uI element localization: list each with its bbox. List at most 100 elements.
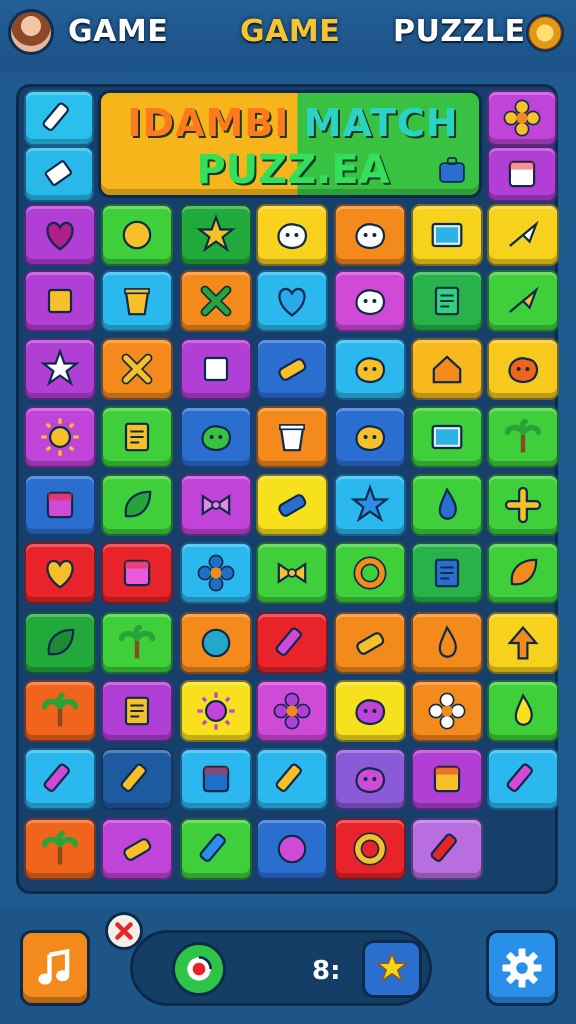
player-avatar[interactable] [8,9,54,55]
game-tile[interactable] [411,542,483,604]
game-tile[interactable] [334,818,406,880]
game-tile[interactable] [101,270,173,332]
game-tile[interactable] [24,542,96,604]
game-tile[interactable] [411,270,483,332]
eraser-icon [44,160,73,186]
game-tile[interactable] [24,146,94,202]
game-tile[interactable] [487,270,559,332]
note-icon [124,422,150,452]
arrowup-icon [507,625,539,660]
game-tile[interactable] [256,406,328,468]
blob-icon [277,223,308,249]
game-tile[interactable] [411,818,483,880]
game-tile[interactable] [411,338,483,400]
game-tile[interactable] [180,748,252,810]
game-tile[interactable] [334,474,406,536]
game-tile[interactable] [180,270,252,332]
gear-icon [502,948,542,988]
game-tile[interactable] [487,146,557,202]
drop-icon [514,693,533,726]
game-tile[interactable] [487,474,559,536]
game-tile[interactable] [101,474,173,536]
game-tile[interactable] [24,90,94,146]
game-tile[interactable] [180,204,252,266]
game-tile[interactable] [334,204,406,266]
banner-line2: PUZZ.EA [196,147,390,193]
game-tile[interactable] [411,406,483,468]
game-tile[interactable] [256,818,328,880]
refresh-icon [187,955,213,981]
game-tile[interactable] [411,680,483,742]
music-button[interactable] [20,930,90,1006]
game-tile[interactable] [487,90,557,146]
game-tile[interactable] [334,748,406,810]
game-tile[interactable] [487,680,559,742]
game-tile[interactable] [24,612,96,674]
box-icon [433,765,461,793]
game-tile[interactable] [487,406,559,468]
game-tile[interactable] [334,680,406,742]
game-tile[interactable] [256,204,328,266]
game-tile[interactable] [24,680,96,742]
game-tile[interactable] [256,748,328,810]
coin-icon[interactable] [526,14,564,52]
header-title-right: PUZZLE [393,14,526,49]
close-badge[interactable] [105,912,143,950]
game-tile[interactable] [101,338,173,400]
game-tile[interactable] [487,338,559,400]
game-tile[interactable] [256,680,328,742]
flower-icon [197,554,235,592]
game-tile[interactable] [256,612,328,674]
game-tile[interactable] [24,270,96,332]
game-tile[interactable] [101,542,173,604]
game-tile[interactable] [180,612,252,674]
game-tile[interactable] [487,612,559,674]
score-label: 8: [312,956,341,986]
game-tile[interactable] [256,338,328,400]
screen-icon [431,424,463,450]
game-tile[interactable] [180,542,252,604]
palm-icon [41,830,79,865]
game-tile[interactable] [24,818,96,880]
game-tile[interactable] [256,542,328,604]
arrow-icon [509,220,539,247]
game-tile[interactable] [334,542,406,604]
game-tile[interactable] [334,270,406,332]
game-tile[interactable] [101,680,173,742]
game-tile[interactable] [101,204,173,266]
settings-button[interactable] [486,930,558,1006]
game-tile[interactable] [180,406,252,468]
game-tile[interactable] [180,680,252,742]
game-tile[interactable] [411,748,483,810]
game-tile[interactable] [411,474,483,536]
game-tile[interactable] [24,474,96,536]
game-tile[interactable] [487,204,559,266]
game-tile[interactable] [411,204,483,266]
refresh-button[interactable] [172,942,226,996]
game-tile[interactable] [334,612,406,674]
game-tile[interactable] [24,338,96,400]
hint-button[interactable] [362,940,422,998]
game-tile[interactable] [101,748,173,810]
game-tile[interactable] [487,542,559,604]
game-tile[interactable] [256,270,328,332]
game-tile[interactable] [101,612,173,674]
game-tile[interactable] [334,338,406,400]
game-tile[interactable] [101,406,173,468]
game-tile[interactable] [24,406,96,468]
game-tile[interactable] [24,748,96,810]
game-tile[interactable] [101,818,173,880]
game-tile[interactable] [180,818,252,880]
game-tile[interactable] [256,474,328,536]
leaf-icon [510,558,538,586]
game-tile[interactable] [487,748,559,810]
game-tile[interactable] [411,612,483,674]
game-tile[interactable] [180,338,252,400]
header-title-center: GAME [240,14,341,49]
cup-icon [279,424,305,452]
pencil-icon [275,627,302,656]
game-tile[interactable] [334,406,406,468]
blob-icon [508,357,539,383]
game-tile[interactable] [180,474,252,536]
game-tile[interactable] [24,204,96,266]
